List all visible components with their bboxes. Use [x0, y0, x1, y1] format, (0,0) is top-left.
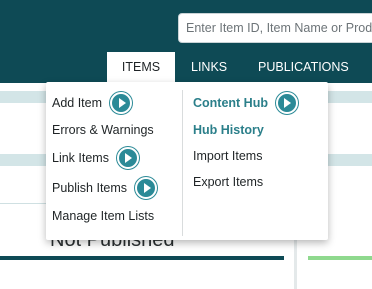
- menu-item-label: Hub History: [193, 123, 264, 137]
- play-icon[interactable]: [135, 177, 158, 199]
- menu-item-label: Publish Items: [52, 181, 128, 195]
- menu-item-import-items[interactable]: Import Items: [193, 148, 262, 164]
- items-dropdown-menu: Add Item Errors & Warnings Link Items Pu…: [46, 82, 328, 240]
- menu-item-hub-history[interactable]: Hub History: [193, 122, 264, 138]
- play-icon[interactable]: [275, 92, 298, 114]
- menu-column-divider: [182, 90, 183, 236]
- menu-item-publish-items[interactable]: Publish Items: [52, 177, 158, 199]
- menu-item-label: Errors & Warnings: [52, 123, 154, 137]
- menu-item-label: Export Items: [193, 175, 264, 189]
- menu-item-manage-item-lists[interactable]: Manage Item Lists: [52, 208, 154, 224]
- panel-underline: [0, 256, 284, 260]
- play-icon[interactable]: [110, 92, 133, 114]
- menu-item-export-items[interactable]: Export Items: [193, 174, 263, 190]
- menu-item-label: Add Item: [52, 96, 103, 110]
- menu-item-label: Content Hub: [193, 96, 268, 110]
- menu-item-add-item[interactable]: Add Item: [52, 92, 133, 114]
- search-input[interactable]: [178, 13, 372, 43]
- menu-item-label: Import Items: [193, 149, 263, 163]
- menu-item-content-hub[interactable]: Content Hub: [193, 92, 298, 114]
- menu-item-label: Manage Item Lists: [52, 209, 155, 223]
- menu-item-link-items[interactable]: Link Items: [52, 147, 139, 169]
- play-icon[interactable]: [116, 147, 139, 169]
- status-underline: [308, 256, 372, 260]
- tab-publications[interactable]: PUBLICATIONS: [258, 52, 349, 83]
- tab-items[interactable]: ITEMS: [107, 52, 175, 83]
- menu-item-errors-warnings[interactable]: Errors & Warnings: [52, 122, 154, 138]
- tab-links[interactable]: LINKS: [191, 52, 227, 83]
- menu-item-label: Link Items: [52, 151, 109, 165]
